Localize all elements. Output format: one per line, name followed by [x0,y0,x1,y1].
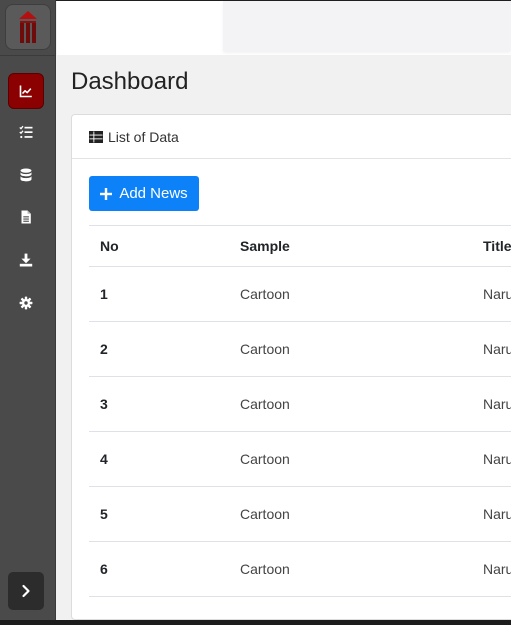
cell-sample: Cartoon [240,451,290,467]
cell-no: 3 [100,396,108,412]
cell-title: Naru [483,286,511,302]
sidebar-item-tasks[interactable] [8,114,44,150]
file-icon [21,210,31,224]
cell-sample: Cartoon [240,506,290,522]
chart-line-icon [19,85,32,98]
table-row[interactable]: 4 Cartoon Naru [89,432,511,487]
cell-no: 1 [100,286,108,302]
cell-title: Naru [483,506,511,522]
cell-sample: Cartoon [240,341,290,357]
tasks-icon [19,125,33,139]
cell-no: 2 [100,341,108,357]
card-header-label: List of Data [108,128,179,145]
table-row[interactable]: 3 Cartoon Naru [89,377,511,432]
sidebar-item-dashboard[interactable] [8,73,44,109]
column-header-no[interactable]: No [100,226,119,266]
cell-sample: Cartoon [240,396,290,412]
sidebar-divider [0,55,56,56]
table-row[interactable]: 2 Cartoon Naru [89,322,511,377]
table-row[interactable]: 5 Cartoon Naru [89,487,511,542]
table-row[interactable]: 6 Cartoon Naru [89,542,511,597]
sidebar-item-download[interactable] [8,242,44,278]
add-news-label: Add News [119,185,188,202]
sidebar-item-settings[interactable] [8,285,44,321]
download-icon [19,253,33,267]
page-title: Dashboard [71,68,189,95]
app-logo[interactable] [5,4,51,50]
cell-title: Naru [483,396,511,412]
pencils-logo-icon [19,11,37,43]
data-card: List of Data Add News No Sample Title 1 … [71,114,511,620]
header-panel [223,1,511,51]
window-bottom-border [0,620,511,625]
cell-title: Naru [483,561,511,577]
cell-no: 6 [100,561,108,577]
chevron-right-icon [22,584,30,598]
cell-sample: Cartoon [240,286,290,302]
card-header: List of Data [72,115,511,159]
plus-icon [100,187,113,200]
sidebar [0,0,56,620]
table-row[interactable]: 1 Cartoon Naru [89,267,511,322]
sidebar-collapse-button[interactable] [8,572,44,610]
column-header-title[interactable]: Title [483,226,511,266]
cell-no: 5 [100,506,108,522]
database-icon [20,168,32,182]
cell-title: Naru [483,341,511,357]
table-header: No Sample Title [89,225,511,267]
gear-icon [19,296,33,310]
table-icon [89,130,103,143]
add-news-button[interactable]: Add News [89,176,199,211]
cell-no: 4 [100,451,108,467]
cell-sample: Cartoon [240,561,290,577]
data-table: No Sample Title 1 Cartoon Naru 2 Cartoon… [89,225,511,597]
column-header-sample[interactable]: Sample [240,226,290,266]
cell-title: Naru [483,451,511,467]
sidebar-item-documents[interactable] [8,199,44,235]
sidebar-item-database[interactable] [8,157,44,193]
